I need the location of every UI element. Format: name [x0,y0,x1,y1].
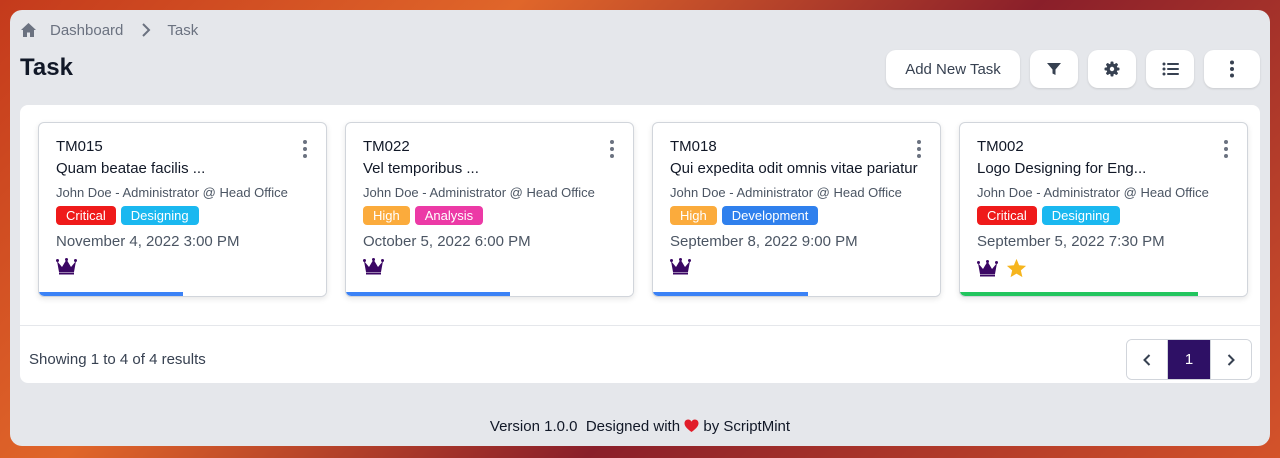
progress-track [960,292,1247,296]
progress-bar [39,292,183,296]
progress-bar [346,292,510,296]
progress-bar [653,292,808,296]
card-menu-icon[interactable] [1223,139,1229,159]
card-menu-icon[interactable] [916,139,922,159]
task-owner: John Doe - Administrator @ Head Office [56,185,288,200]
task-title[interactable]: Vel temporibus ... [363,160,631,177]
task-panel: TM015 Quam beatae facilis ... John Doe -… [20,105,1260,383]
task-code: TM002 [977,138,1024,155]
priority-badge: High [363,206,410,225]
breadcrumb-current: Task [167,21,199,39]
task-code: TM015 [56,138,103,155]
task-due-date: November 4, 2022 3:00 PM [56,233,240,250]
task-due-date: October 5, 2022 6:00 PM [363,233,531,250]
page-title: Task [20,54,73,81]
designed-with-text: Designed with [585,418,681,435]
heart-icon [684,419,699,437]
home-icon[interactable] [20,21,38,39]
task-code: TM022 [363,138,410,155]
task-title[interactable]: Logo Designing for Eng... [977,160,1245,177]
task-tags: High Analysis [363,206,484,225]
more-vertical-icon [1230,60,1234,78]
filter-icon [1047,63,1061,75]
task-tags: Critical Designing [56,206,199,225]
chevron-left-icon [1143,353,1151,366]
task-title[interactable]: Qui expedita odit omnis vitae pariatur [670,160,938,177]
star-icon [1006,258,1027,278]
prev-page-button[interactable] [1127,340,1167,379]
add-new-task-button[interactable]: Add New Task [886,50,1020,88]
task-owner: John Doe - Administrator @ Head Office [977,185,1209,200]
next-page-button[interactable] [1210,340,1251,379]
task-code: TM018 [670,138,717,155]
crown-icon [977,259,998,276]
toolbar: Add New Task [886,50,1260,88]
settings-button[interactable] [1088,50,1136,88]
gear-icon [1104,61,1120,77]
task-card-list: TM015 Quam beatae facilis ... John Doe -… [38,122,1248,297]
priority-badge: High [670,206,717,225]
card-menu-icon[interactable] [302,139,308,159]
version-text: Version 1.0.0 [489,418,578,435]
progress-track [653,292,940,296]
task-badges [56,258,77,275]
crown-icon [670,258,691,275]
task-title[interactable]: Quam beatae facilis ... [56,160,324,177]
breadcrumb: Dashboard Task [20,21,198,39]
task-owner: John Doe - Administrator @ Head Office [363,185,595,200]
task-badges [363,258,384,275]
more-options-button[interactable] [1204,50,1260,88]
task-card[interactable]: TM022 Vel temporibus ... John Doe - Admi… [345,122,634,297]
breadcrumb-dashboard[interactable]: Dashboard [50,22,123,39]
task-tags: Critical Designing [977,206,1120,225]
progress-track [346,292,633,296]
author-text: by ScriptMint [703,418,791,435]
category-badge: Designing [120,206,199,225]
page-1-button[interactable]: 1 [1167,340,1210,379]
crown-icon [56,258,77,275]
category-badge: Analysis [414,206,484,225]
list-view-button[interactable] [1146,50,1194,88]
progress-bar [960,292,1198,296]
task-card[interactable]: TM002 Logo Designing for Eng... John Doe… [959,122,1248,297]
task-due-date: September 5, 2022 7:30 PM [977,233,1165,250]
category-badge: Designing [1041,206,1120,225]
footer: Version 1.0.0 Designed with by ScriptMin… [10,418,1270,437]
category-badge: Development [721,206,819,225]
card-menu-icon[interactable] [609,139,615,159]
results-summary: Showing 1 to 4 of 4 results [29,351,206,368]
app-window: Dashboard Task Task Add New Task TM015 Q… [10,10,1270,446]
priority-badge: Critical [977,206,1037,225]
task-card[interactable]: TM018 Qui expedita odit omnis vitae pari… [652,122,941,297]
chevron-right-icon [1227,353,1235,366]
divider [20,325,1260,326]
list-icon [1162,62,1179,76]
pagination: 1 [1126,339,1252,380]
task-due-date: September 8, 2022 9:00 PM [670,233,858,250]
task-card[interactable]: TM015 Quam beatae facilis ... John Doe -… [38,122,327,297]
filter-button[interactable] [1030,50,1078,88]
chevron-right-icon [141,23,151,37]
task-badges [977,258,1027,278]
task-owner: John Doe - Administrator @ Head Office [670,185,902,200]
task-badges [670,258,691,275]
progress-track [39,292,326,296]
priority-badge: Critical [56,206,116,225]
task-tags: High Development [670,206,819,225]
crown-icon [363,258,384,275]
